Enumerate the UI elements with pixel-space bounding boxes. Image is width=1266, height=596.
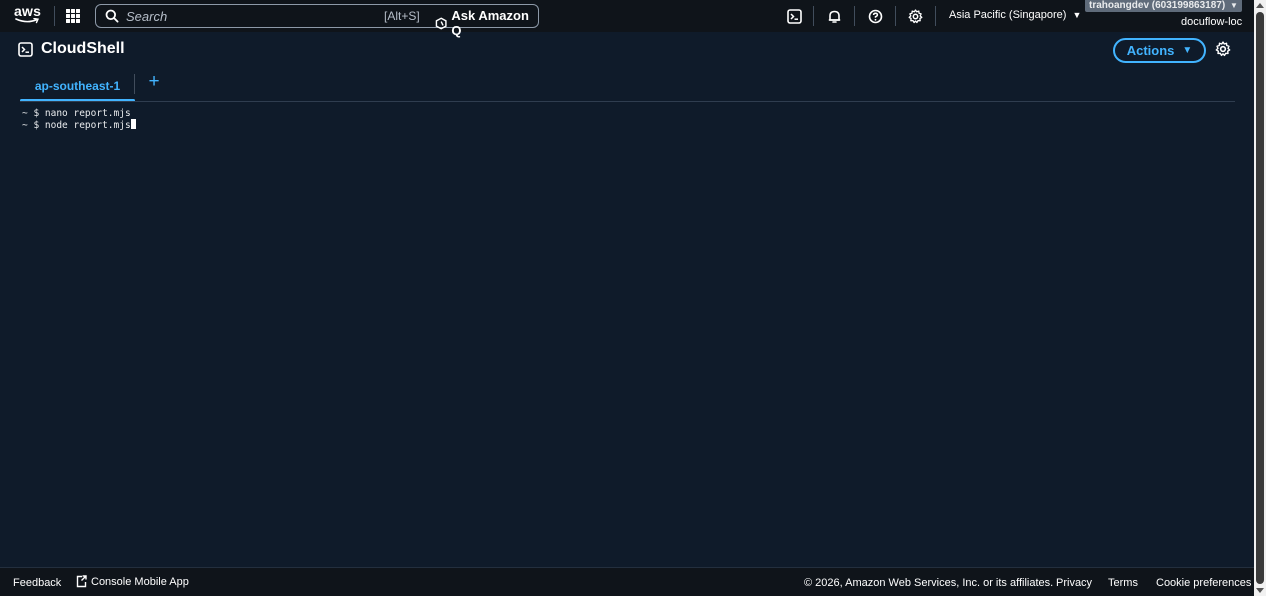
tabs-divider xyxy=(20,101,1235,102)
external-link-icon xyxy=(76,575,87,588)
add-tab-button[interactable]: + xyxy=(147,72,161,92)
privacy-link[interactable]: Privacy xyxy=(1056,577,1092,589)
scroll-down-arrow-icon[interactable] xyxy=(1256,588,1264,593)
nav-divider xyxy=(54,6,55,26)
console-mobile-app-link[interactable]: Console Mobile App xyxy=(76,575,189,588)
scroll-thumb[interactable] xyxy=(1256,12,1264,584)
tab-divider xyxy=(134,74,135,94)
account-label: trahoangdev (603199863187) xyxy=(1089,0,1226,11)
scroll-up-arrow-icon[interactable] xyxy=(1256,3,1264,8)
tab-label: ap-southeast-1 xyxy=(34,79,121,93)
cloudshell-icon xyxy=(18,41,33,57)
aws-logo-text: aws xyxy=(14,3,42,19)
copyright-text: © 2026, Amazon Web Services, Inc. or its… xyxy=(804,577,1054,589)
region-label: Asia Pacific (Singapore) xyxy=(949,9,1067,21)
bell-icon[interactable] xyxy=(825,7,843,25)
actions-label: Actions xyxy=(1126,43,1175,58)
settings-gear-icon[interactable] xyxy=(1215,41,1233,59)
terminal[interactable]: ~ $ nano report.mjs ~ $ node report.mjs xyxy=(22,108,1242,563)
console-mobile-app-label: Console Mobile App xyxy=(91,575,189,588)
feedback-link[interactable]: Feedback xyxy=(13,577,61,589)
services-menu-icon[interactable] xyxy=(66,9,80,23)
ask-amazon-q-button[interactable]: Ask Amazon Q xyxy=(435,8,538,38)
terminal-line-text: ~ $ node report.mjs xyxy=(22,120,131,131)
account-alias: docuflow-loc xyxy=(1181,16,1243,28)
nav-divider xyxy=(854,6,855,26)
cloudshell-header: CloudShell xyxy=(18,40,125,58)
nav-divider xyxy=(813,6,814,26)
gear-icon[interactable] xyxy=(906,7,924,25)
terminal-line: ~ $ node report.mjs xyxy=(22,119,1242,131)
amazon-q-icon xyxy=(435,16,447,30)
page-title: CloudShell xyxy=(41,40,125,57)
actions-button[interactable]: Actions ▼ xyxy=(1113,38,1206,63)
ask-amazon-q-label: Ask Amazon Q xyxy=(451,8,529,38)
terms-link[interactable]: Terms xyxy=(1108,577,1138,589)
terminal-cursor xyxy=(130,119,136,129)
cookie-preferences-link[interactable]: Cookie preferences xyxy=(1156,577,1251,589)
caret-down-icon: ▼ xyxy=(1182,45,1193,56)
top-navigation: aws [Alt+S] Ask Amazon Q xyxy=(0,0,1254,38)
nav-divider xyxy=(935,6,936,26)
aws-logo[interactable]: aws xyxy=(14,3,42,27)
nav-divider xyxy=(895,6,896,26)
page-scrollbar[interactable] xyxy=(1254,0,1266,596)
caret-down-icon: ▼ xyxy=(1229,1,1238,10)
account-menu[interactable]: trahoangdev (603199863187) ▼ xyxy=(1085,0,1242,12)
help-icon[interactable] xyxy=(866,7,884,25)
terminal-line: ~ $ nano report.mjs xyxy=(22,108,131,119)
cloudshell-icon[interactable] xyxy=(785,7,803,25)
caret-down-icon: ▼ xyxy=(1072,10,1082,20)
aws-smile-icon xyxy=(15,18,40,24)
search-box[interactable]: [Alt+S] Ask Amazon Q xyxy=(95,4,539,38)
search-icon xyxy=(105,9,119,23)
footer: Feedback Console Mobile App © 2026, Amaz… xyxy=(0,567,1254,596)
search-shortcut-hint: [Alt+S] xyxy=(384,9,420,23)
region-selector[interactable]: Asia Pacific (Singapore) ▼ xyxy=(949,9,1081,21)
search-input[interactable] xyxy=(124,8,364,24)
tab-ap-southeast-1[interactable]: ap-southeast-1 xyxy=(20,70,135,102)
